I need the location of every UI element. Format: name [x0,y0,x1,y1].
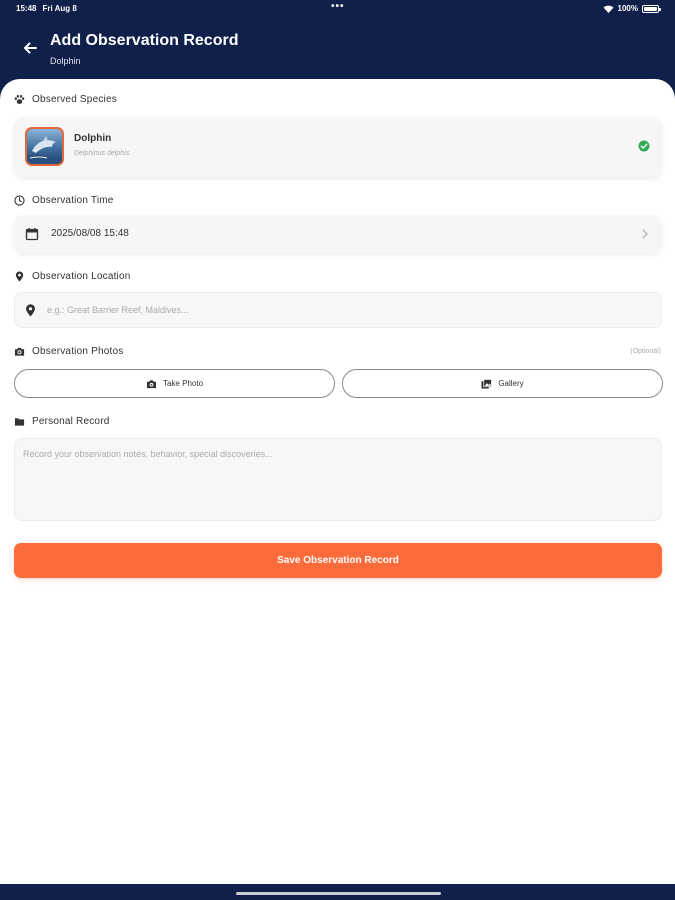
observation-time-picker[interactable]: 2025/08/08 15:48 [14,215,662,253]
section-label-photos: Observation Photos [32,346,124,357]
section-observed-species: Observed Species [14,94,117,105]
section-personal-record: Personal Record [14,416,109,427]
status-time: 15:48 [16,4,37,13]
form-sheet: Observed Species Dolphin Delphinus delph… [0,79,675,884]
clock-icon [14,195,25,206]
section-observation-time: Observation Time [14,195,114,206]
save-observation-button[interactable]: Save Observation Record [14,543,662,578]
calendar-icon [25,228,39,241]
battery-percent: 100% [617,4,638,13]
home-indicator[interactable] [236,892,441,895]
species-thumbnail [25,127,64,166]
section-label-species: Observed Species [32,94,117,105]
battery-icon [642,4,661,13]
page-title: Add Observation Record [50,32,239,49]
gallery-button[interactable]: Gallery [342,369,663,398]
status-date: Fri Aug 8 [42,4,77,13]
observation-time-value: 2025/08/08 15:48 [51,228,129,239]
gallery-label: Gallery [498,379,524,388]
arrow-left-icon [24,42,37,54]
multitasking-dots-icon[interactable]: ••• [331,1,345,12]
status-bar: 15:48 Fri Aug 8 ••• 100% [0,0,675,18]
section-observation-photos: Observation Photos [14,346,123,357]
wifi-icon [603,5,614,13]
app-header: Add Observation Record Dolphin [0,18,675,82]
battery-level [644,6,657,11]
section-label-time: Observation Time [32,195,114,206]
location-input[interactable] [47,301,647,319]
notes-field[interactable] [14,438,662,521]
camera-icon [146,379,157,388]
status-time-date: 15:48 Fri Aug 8 [16,4,83,13]
paw-icon [14,95,25,104]
location-field[interactable] [14,292,662,328]
take-photo-button[interactable]: Take Photo [14,369,335,398]
species-scientific-name: Delphinus delphis [74,150,130,157]
gallery-icon [481,378,493,389]
species-name: Dolphin [74,133,112,144]
page-subtitle: Dolphin [50,56,81,66]
dolphin-image-icon [27,136,62,164]
check-circle-icon [638,140,650,152]
section-observation-location: Observation Location [14,271,131,282]
section-label-notes: Personal Record [32,416,110,427]
status-indicators: 100% [603,4,661,13]
section-label-location: Observation Location [32,271,131,282]
location-pin-icon [26,304,35,317]
chevron-right-icon [642,229,648,239]
folder-icon [14,418,25,426]
camera-icon [14,347,25,356]
location-pin-icon [15,271,24,282]
notes-textarea[interactable] [23,449,653,513]
back-button[interactable] [18,38,42,58]
take-photo-label: Take Photo [162,379,204,388]
bottom-navigation-bar [0,884,675,900]
optional-label: (Optional) [630,348,661,355]
species-card[interactable]: Dolphin Delphinus delphis [14,117,662,177]
